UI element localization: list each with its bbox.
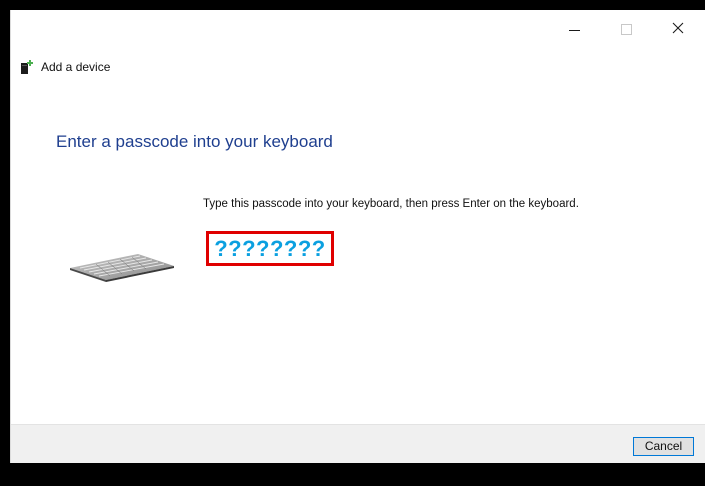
add-device-dialog: Add a device Enter a passcode into your … [10, 10, 705, 463]
close-button[interactable] [653, 10, 705, 44]
minimize-button[interactable] [549, 10, 601, 44]
window-controls [549, 10, 705, 44]
dialog-title: Add a device [41, 60, 111, 74]
passcode-highlight: ???????? [206, 231, 334, 266]
instruction-text: Type this passcode into your keyboard, t… [203, 198, 579, 210]
cancel-button[interactable]: Cancel [633, 437, 694, 456]
passcode-value: ???????? [214, 235, 326, 261]
screen: Add a device Enter a passcode into your … [0, 0, 705, 486]
dialog-header: Add a device [20, 58, 110, 76]
title-bar[interactable] [11, 10, 705, 44]
add-device-icon [21, 60, 33, 74]
dialog-footer: Cancel [11, 424, 705, 463]
keyboard-icon [66, 246, 178, 287]
close-icon [672, 22, 684, 34]
maximize-button[interactable] [601, 10, 653, 44]
page-heading: Enter a passcode into your keyboard [56, 132, 333, 151]
